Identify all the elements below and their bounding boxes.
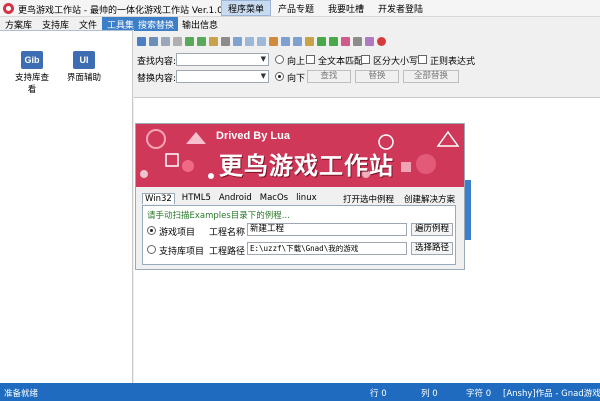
debug-icon[interactable]: [329, 37, 338, 46]
regex-checkbox[interactable]: [418, 55, 427, 64]
project-form: 请手动扫描Examples目录下的例程... 游戏项目 工程名称 新建工程 遍历…: [142, 205, 456, 265]
app-logo-icon: [3, 3, 14, 14]
game-project-radio[interactable]: [147, 226, 156, 235]
game-project-label: 游戏项目: [159, 228, 196, 238]
library-project-radio[interactable]: [147, 245, 156, 254]
new-project-dialog: Drived By Lua 更鸟游戏工作站 Win32 HTML5 Androi…: [135, 123, 465, 270]
top-menu: 程序菜单 产品专题 我要吐槽 开发者登陆: [221, 0, 430, 16]
gib-icon: Gib: [21, 51, 43, 69]
chevron-down-icon[interactable]: ▼: [261, 72, 266, 80]
direction-up-radio[interactable]: [275, 55, 284, 64]
compile-icon[interactable]: [305, 37, 314, 46]
tool-label: 支持库查看: [14, 73, 49, 95]
find-label: 查找内容:: [137, 57, 177, 67]
direction-down-label: 向下: [287, 74, 306, 84]
settings-icon[interactable]: [353, 37, 362, 46]
project-name-label: 工程名称: [209, 228, 246, 238]
right-tabs: 搜索替换 输出信息: [134, 17, 600, 31]
tab-solution-library[interactable]: 方案库: [0, 17, 37, 31]
status-line: 行 0: [370, 389, 387, 399]
tab-search-replace[interactable]: 搜索替换: [134, 17, 179, 31]
window-title: 更鸟游戏工作站 - 最帅的一体化游戏工作站 Ver.1.0: [18, 6, 223, 16]
cut-icon[interactable]: [173, 37, 182, 46]
whole-word-label: 全文本匹配: [318, 57, 364, 67]
direction-down-radio[interactable]: [275, 72, 284, 81]
editor-toolbar: [137, 37, 386, 49]
replace-all-button[interactable]: 全部替换: [403, 70, 459, 83]
status-ready: 准备就绪: [4, 389, 39, 399]
status-chars: 字符 0: [466, 389, 492, 399]
left-tabs: 方案库 支持库 文件 工具集: [0, 17, 140, 31]
find-input[interactable]: ▼: [176, 53, 269, 66]
outdent-icon[interactable]: [257, 37, 266, 46]
tab-output[interactable]: 输出信息: [178, 17, 222, 31]
direction-up-label: 向上: [287, 57, 306, 67]
left-panel: 方案库 支持库 文件 工具集 Gib 支持库查看 UI 界面辅助: [0, 17, 140, 383]
banner-title: 更鸟游戏工作站: [219, 152, 394, 180]
replace-label: 替换内容:: [137, 74, 177, 84]
project-path-input[interactable]: E:\uzzf\下载\Gnad\我的游戏: [247, 242, 407, 255]
run-icon[interactable]: [317, 37, 326, 46]
menu-feedback[interactable]: 我要吐槽: [321, 0, 371, 16]
tab-platform-macos[interactable]: MacOs: [259, 193, 289, 204]
status-column: 列 0: [421, 389, 438, 399]
search-replace-panel: 搜索替换 输出信息 查找内容: ▼ 替换内容: ▼ 向上 向下 全文本匹配 区分…: [134, 17, 600, 97]
status-credit: [Anshy]作品 - Gnad游戏社: [503, 389, 600, 399]
find-button[interactable]: 查找: [307, 70, 351, 83]
tab-platform-linux[interactable]: linux: [295, 193, 318, 204]
scan-hint: 请手动扫描Examples目录下的例程...: [147, 211, 290, 221]
tool-label: 界面辅助: [66, 73, 101, 83]
copy-icon[interactable]: [209, 37, 218, 46]
undo-icon[interactable]: [185, 37, 194, 46]
menu-developer-login[interactable]: 开发者登陆: [371, 0, 430, 16]
replace-input[interactable]: ▼: [176, 70, 269, 83]
tab-platform-html5[interactable]: HTML5: [181, 193, 212, 204]
tab-platform-win32[interactable]: Win32: [142, 193, 175, 204]
create-solution-link[interactable]: 创建解决方案: [404, 193, 455, 205]
tool-ui-helper[interactable]: UI 界面辅助: [64, 51, 104, 83]
new-file-icon[interactable]: [137, 37, 146, 46]
indent-icon[interactable]: [245, 37, 254, 46]
project-path-label: 工程路径: [209, 247, 246, 257]
banner: Drived By Lua 更鸟游戏工作站: [136, 124, 464, 187]
uncomment-icon[interactable]: [293, 37, 302, 46]
bookmark-icon[interactable]: [269, 37, 278, 46]
paste-icon[interactable]: [221, 37, 230, 46]
save-all-icon[interactable]: [161, 37, 170, 46]
menu-program[interactable]: 程序菜单: [221, 0, 272, 16]
title-bar: 更鸟游戏工作站 - 最帅的一体化游戏工作站 Ver.1.0 程序菜单 产品专题 …: [0, 0, 600, 17]
status-bar: 准备就绪 行 0 列 0 字符 0 [Anshy]作品 - Gnad游戏社: [0, 383, 600, 401]
project-name-input[interactable]: 新建工程: [247, 223, 407, 236]
plugin-icon[interactable]: [365, 37, 374, 46]
side-scroll-indicator: [465, 180, 471, 240]
choose-path-button[interactable]: 选择路径: [411, 242, 453, 255]
save-icon[interactable]: [149, 37, 158, 46]
stop-icon[interactable]: [377, 37, 386, 46]
library-project-label: 支持库项目: [159, 247, 205, 257]
package-icon[interactable]: [341, 37, 350, 46]
replace-button[interactable]: 替换: [355, 70, 399, 83]
browse-example-button[interactable]: 遍历例程: [411, 223, 453, 236]
tab-files[interactable]: 文件: [74, 17, 102, 31]
tab-support-library[interactable]: 支持库: [37, 17, 74, 31]
match-case-label: 区分大小写: [373, 57, 419, 67]
whole-word-checkbox[interactable]: [306, 55, 315, 64]
comment-icon[interactable]: [281, 37, 290, 46]
tool-support-library-viewer[interactable]: Gib 支持库查看: [12, 51, 52, 95]
platform-tabs: Win32 HTML5 Android MacOs linux: [142, 193, 318, 204]
find-icon[interactable]: [233, 37, 242, 46]
banner-subtitle: Drived By Lua: [216, 130, 290, 142]
chevron-down-icon[interactable]: ▼: [261, 55, 266, 63]
open-example-link[interactable]: 打开选中例程: [343, 193, 394, 205]
regex-label: 正则表达式: [430, 57, 476, 67]
redo-icon[interactable]: [197, 37, 206, 46]
menu-products[interactable]: 产品专题: [271, 0, 321, 16]
match-case-checkbox[interactable]: [361, 55, 370, 64]
tab-platform-android[interactable]: Android: [218, 193, 253, 204]
ui-icon: UI: [73, 51, 95, 69]
